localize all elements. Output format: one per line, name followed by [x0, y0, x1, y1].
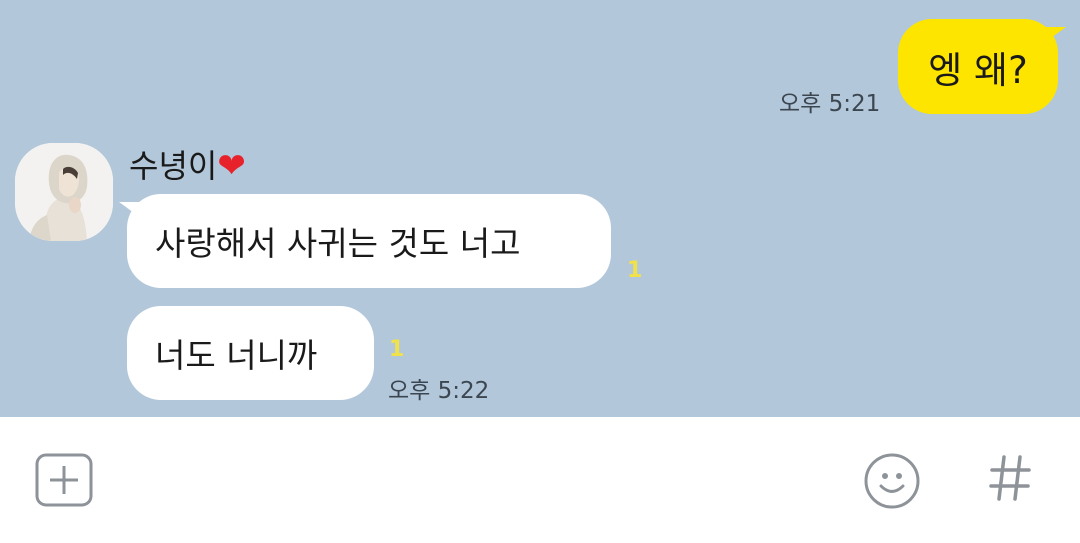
message-text: 엥 왜?: [928, 48, 1028, 92]
avatar[interactable]: [15, 143, 113, 241]
message-text: 너도 너니까: [155, 336, 318, 375]
message-time: 오후 5:21: [779, 91, 881, 117]
profile-photo: [15, 143, 113, 241]
unread-count: 1: [389, 337, 405, 362]
input-bar: [0, 417, 1080, 543]
unread-count: 1: [627, 258, 643, 283]
hash-icon[interactable]: [988, 453, 1032, 507]
incoming-message-bubble[interactable]: 너도 너니까: [127, 306, 374, 400]
plus-icon[interactable]: [35, 453, 93, 511]
chat-area[interactable]: 오후 5:21 엥 왜? 수녕이❤ 사랑해서 사귀는 것도 너고 1 너도 너니…: [0, 0, 1080, 417]
sender-name: 수녕이❤: [129, 147, 246, 185]
heart-icon: ❤: [217, 146, 246, 186]
sender-name-text: 수녕이: [129, 147, 218, 185]
emoji-icon[interactable]: [863, 452, 921, 514]
outgoing-message-bubble[interactable]: 엥 왜?: [898, 19, 1066, 114]
message-text: 사랑해서 사귀는 것도 너고: [155, 224, 521, 263]
message-time: 오후 5:22: [388, 378, 490, 404]
incoming-message-bubble[interactable]: 사랑해서 사귀는 것도 너고: [119, 194, 611, 288]
